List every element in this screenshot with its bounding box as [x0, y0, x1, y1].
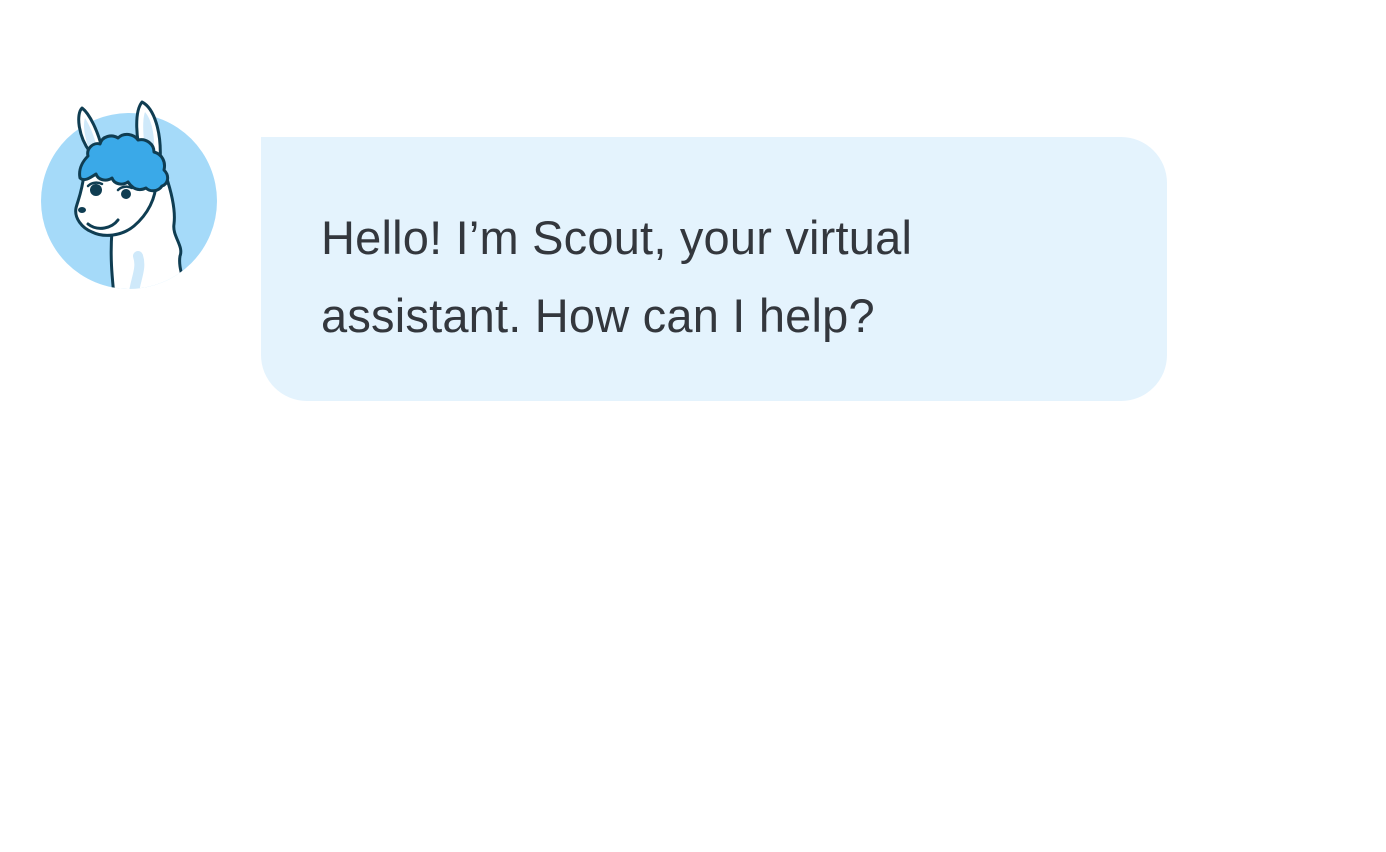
assistant-message-text: Hello! I’m Scout, your virtual assistant…	[321, 211, 913, 342]
assistant-avatar	[38, 96, 222, 292]
chat-area: Hello! I’m Scout, your virtual assistant…	[0, 0, 1386, 852]
assistant-message-bubble: Hello! I’m Scout, your virtual assistant…	[261, 137, 1167, 401]
llama-mascot-icon	[41, 100, 217, 289]
